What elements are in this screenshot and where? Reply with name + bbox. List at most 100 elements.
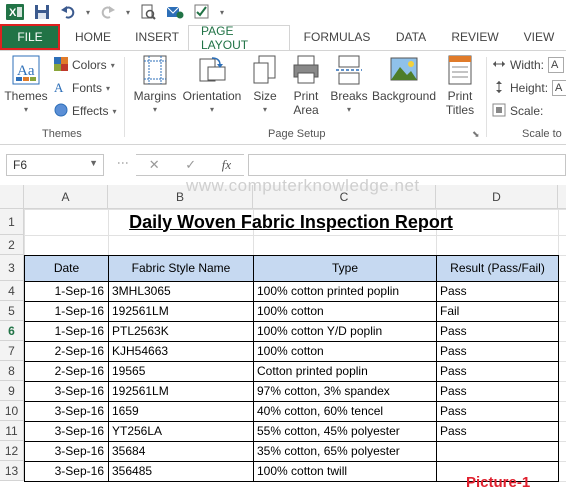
table-cell[interactable]: 3-Sep-16 <box>25 441 108 461</box>
tab-file[interactable]: FILE <box>0 24 60 50</box>
table-cell[interactable]: YT256LA <box>109 421 253 441</box>
row-header[interactable]: 11 <box>0 421 24 441</box>
table-cell[interactable]: 100% cotton twill <box>254 461 436 481</box>
table-cell[interactable]: 35684 <box>109 441 253 461</box>
table-cell[interactable]: 1-Sep-16 <box>25 301 108 321</box>
formula-input[interactable] <box>248 154 566 176</box>
row-header[interactable]: 6 <box>0 321 24 341</box>
table-cell[interactable]: Pass <box>437 321 558 341</box>
table-cell[interactable]: 40% cotton, 60% tencel <box>254 401 436 421</box>
row-header[interactable]: 7 <box>0 341 24 361</box>
colors-button[interactable]: Colors ▾ <box>54 56 115 74</box>
table-cell[interactable]: 1659 <box>109 401 253 421</box>
row-header[interactable]: 2 <box>0 235 24 255</box>
tab-review[interactable]: REVIEW <box>438 24 512 50</box>
tab-page-layout[interactable]: PAGE LAYOUT <box>188 24 290 52</box>
width-field[interactable]: A <box>548 57 565 73</box>
name-box-dropdown-icon[interactable]: ▼ <box>89 158 98 168</box>
formula-bar-resize-handle[interactable]: ⋮ <box>116 157 130 169</box>
table-header-cell[interactable]: Date <box>25 255 108 281</box>
table-cell[interactable]: 97% cotton, 3% spandex <box>254 381 436 401</box>
table-cell[interactable]: 192561LM <box>109 381 253 401</box>
background-button[interactable]: Background <box>370 55 438 103</box>
tab-home[interactable]: HOME <box>60 24 126 50</box>
print-area-button[interactable]: Print Area <box>286 55 326 117</box>
table-cell[interactable]: 55% cotton, 45% polyester <box>254 421 436 441</box>
table-cell[interactable]: Pass <box>437 421 558 441</box>
undo-icon[interactable] <box>60 3 76 21</box>
cancel-icon[interactable]: ✕ <box>149 157 160 173</box>
row-header[interactable]: 5 <box>0 301 24 321</box>
redo-icon[interactable] <box>100 3 116 21</box>
table-cell[interactable]: Cotton printed poplin <box>254 361 436 381</box>
page-setup-dialog-launcher-icon[interactable]: ⬊ <box>472 129 480 140</box>
table-cell[interactable]: 100% cotton Y/D poplin <box>254 321 436 341</box>
checkmark-box-icon[interactable] <box>194 3 210 21</box>
scale-control[interactable]: Scale: <box>492 102 543 120</box>
tab-insert[interactable]: INSERT <box>126 24 188 50</box>
tab-formulas[interactable]: FORMULAS <box>290 24 384 50</box>
table-cell[interactable]: 356485 <box>109 461 253 481</box>
effects-button[interactable]: Effects ▾ <box>54 102 116 120</box>
margins-button[interactable]: Margins ▾ <box>130 55 180 117</box>
row-header[interactable]: 13 <box>0 461 24 481</box>
enter-icon[interactable]: ✓ <box>185 157 196 173</box>
themes-button[interactable]: Aa Themes ▾ <box>4 55 48 117</box>
table-cell[interactable]: 2-Sep-16 <box>25 341 108 361</box>
row-header[interactable]: 12 <box>0 441 24 461</box>
table-header-cell[interactable]: Fabric Style Name <box>109 255 253 281</box>
table-cell[interactable]: Pass <box>437 381 558 401</box>
table-cell[interactable] <box>437 441 558 461</box>
table-cell[interactable]: 100% cotton <box>254 301 436 321</box>
table-cell[interactable]: Pass <box>437 361 558 381</box>
row-header[interactable]: 1 <box>0 209 24 235</box>
table-cell[interactable]: 3-Sep-16 <box>25 381 108 401</box>
height-field[interactable]: A <box>552 80 566 96</box>
table-cell[interactable]: 35% cotton, 65% polyester <box>254 441 436 461</box>
row-header[interactable]: 3 <box>0 255 24 281</box>
save-icon[interactable] <box>34 3 50 21</box>
insert-function-icon[interactable]: fx <box>222 157 231 173</box>
height-control[interactable]: Height: A <box>492 79 566 97</box>
table-cell[interactable]: 192561LM <box>109 301 253 321</box>
undo-dropdown-icon[interactable]: ▾ <box>86 3 90 21</box>
tab-data[interactable]: DATA <box>384 24 438 50</box>
row-header[interactable]: 9 <box>0 381 24 401</box>
table-cell[interactable]: 2-Sep-16 <box>25 361 108 381</box>
tab-view[interactable]: VIEW <box>512 24 566 50</box>
print-titles-button[interactable]: Print Titles <box>440 55 480 117</box>
redo-dropdown-icon[interactable]: ▾ <box>126 3 130 21</box>
width-control[interactable]: Width: A <box>492 56 565 74</box>
table-cell[interactable]: 3-Sep-16 <box>25 401 108 421</box>
email-icon[interactable] <box>166 3 184 21</box>
table-cell[interactable]: Pass <box>437 341 558 361</box>
row-header[interactable]: 8 <box>0 361 24 381</box>
customize-qat-icon[interactable]: ▾ <box>220 3 224 21</box>
table-cell[interactable]: 3-Sep-16 <box>25 461 108 481</box>
column-header[interactable]: A <box>24 185 108 209</box>
table-header-cell[interactable]: Result (Pass/Fail) <box>437 255 558 281</box>
name-box[interactable]: F6 ▼ <box>6 154 104 176</box>
table-header-cell[interactable]: Type <box>254 255 436 281</box>
excel-logo-icon[interactable]: X <box>6 3 24 21</box>
table-cell[interactable]: 3MHL3065 <box>109 281 253 301</box>
row-header[interactable]: 10 <box>0 401 24 421</box>
table-cell[interactable]: 100% cotton printed poplin <box>254 281 436 301</box>
table-cell[interactable]: KJH54663 <box>109 341 253 361</box>
print-preview-icon[interactable] <box>140 3 156 21</box>
breaks-button[interactable]: Breaks ▾ <box>328 55 370 117</box>
table-cell[interactable]: 1-Sep-16 <box>25 321 108 341</box>
orientation-button[interactable]: Orientation ▾ <box>180 55 244 117</box>
select-all-corner[interactable] <box>0 185 24 209</box>
size-button[interactable]: Size ▾ <box>248 55 282 117</box>
table-cell[interactable]: 19565 <box>109 361 253 381</box>
table-cell[interactable]: Fail <box>437 301 558 321</box>
table-cell[interactable]: Pass <box>437 281 558 301</box>
worksheet-grid[interactable]: A B C D 1 2 3 4 5 6 7 8 9 10 11 12 13 Daily Woven Fabric … <box>0 185 566 498</box>
column-header[interactable]: D <box>436 185 558 209</box>
table-cell[interactable]: PTL2563K <box>109 321 253 341</box>
table-cell[interactable]: 3-Sep-16 <box>25 421 108 441</box>
fonts-button[interactable]: A Fonts ▾ <box>54 79 110 97</box>
column-header-extra[interactable] <box>558 185 566 209</box>
row-header[interactable]: 4 <box>0 281 24 301</box>
